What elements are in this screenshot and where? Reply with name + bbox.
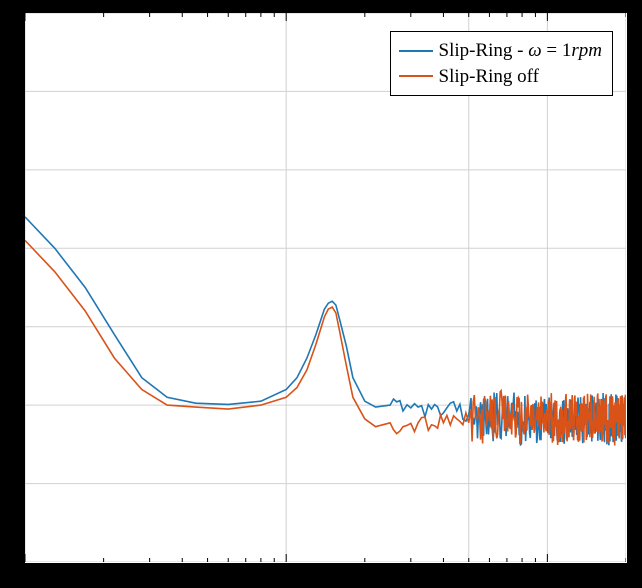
chart-plot-area: Slip-Ring - ω = 1rpm Slip-Ring off [24, 12, 628, 564]
legend-label-1: Slip-Ring off [439, 64, 539, 90]
legend-swatch-0 [399, 50, 433, 52]
chart-series [25, 217, 626, 446]
legend-item-0: Slip-Ring - ω = 1rpm [399, 38, 603, 64]
legend: Slip-Ring - ω = 1rpm Slip-Ring off [390, 31, 614, 96]
series-line-0 [25, 217, 626, 445]
legend-label-0: Slip-Ring - ω = 1rpm [439, 38, 603, 64]
series-line-1 [25, 240, 626, 445]
legend-swatch-1 [399, 75, 433, 77]
legend-item-1: Slip-Ring off [399, 64, 603, 90]
